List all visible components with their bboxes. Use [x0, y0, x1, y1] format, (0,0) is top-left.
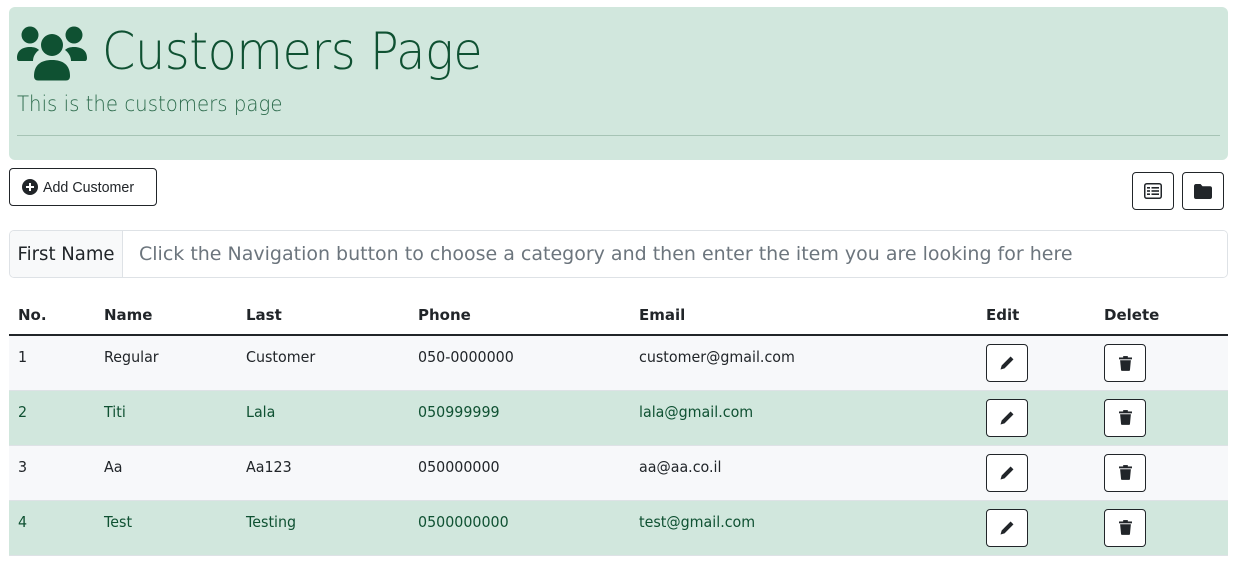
- page-subtitle: This is the customers page: [17, 92, 283, 116]
- cell-delete: [1095, 445, 1228, 501]
- cell-edit: [977, 335, 1095, 391]
- table-row: 3 Aa Aa123 050000000 aa@aa.co.il: [9, 445, 1228, 501]
- list-view-button[interactable]: [1132, 172, 1174, 210]
- cell-delete: [1095, 335, 1228, 391]
- delete-button[interactable]: [1104, 344, 1146, 382]
- cell-name: Test: [95, 500, 237, 556]
- folder-icon: [1194, 183, 1212, 199]
- table-row: 4 Test Testing 0500000000 test@gmail.com: [9, 500, 1228, 556]
- delete-button[interactable]: [1104, 453, 1146, 492]
- delete-button[interactable]: [1104, 508, 1146, 547]
- trash-icon: [1118, 465, 1132, 480]
- cell-delete: [1095, 390, 1228, 446]
- cell-no: 2: [9, 390, 95, 446]
- pencil-icon: [1000, 521, 1014, 534]
- pencil-icon: [1000, 356, 1014, 370]
- table-header-row: No. Name Last Phone Email Edit Delete: [9, 296, 1228, 336]
- cell-no: 3: [9, 445, 95, 501]
- page-title: Customers Page: [102, 22, 483, 82]
- cell-email: customer@gmail.com: [630, 335, 977, 391]
- cell-no: 4: [9, 500, 95, 556]
- delete-button[interactable]: [1104, 398, 1146, 437]
- cell-email: lala@gmail.com: [630, 390, 977, 446]
- col-last: Last: [237, 296, 409, 336]
- edit-button[interactable]: [986, 344, 1028, 382]
- add-customer-button[interactable]: Add Customer: [9, 168, 157, 206]
- cell-delete: [1095, 500, 1228, 556]
- trash-icon: [1118, 355, 1132, 371]
- table-row: 1 Regular Customer 050-0000000 customer@…: [9, 335, 1228, 391]
- cell-name: Aa: [95, 445, 237, 501]
- cell-phone: 050999999: [409, 390, 630, 446]
- search-category-text: First Name: [17, 243, 115, 265]
- col-phone: Phone: [409, 296, 630, 336]
- col-no: No.: [9, 296, 95, 336]
- customers-table: No. Name Last Phone Email Edit Delete 1 …: [9, 296, 1228, 556]
- col-edit: Edit: [977, 296, 1095, 336]
- cell-phone: 050000000: [409, 445, 630, 501]
- pencil-icon: [1000, 411, 1014, 424]
- cell-edit: [977, 445, 1095, 501]
- cell-last: Customer: [237, 335, 409, 391]
- trash-icon: [1118, 520, 1132, 535]
- cell-phone: 0500000000: [409, 500, 630, 556]
- title-row: Customers Page: [17, 21, 515, 83]
- cell-no: 1: [9, 335, 95, 391]
- search-category-label[interactable]: First Name: [10, 231, 123, 277]
- col-email: Email: [630, 296, 977, 336]
- cell-last: Lala: [237, 390, 409, 446]
- cell-email: test@gmail.com: [630, 500, 977, 556]
- cell-name: Titi: [95, 390, 237, 446]
- cell-email: aa@aa.co.il: [630, 445, 977, 501]
- cell-last: Testing: [237, 500, 409, 556]
- search-input[interactable]: [123, 231, 1227, 277]
- trash-icon: [1118, 410, 1132, 425]
- add-customer-label: Add Customer: [43, 178, 135, 196]
- folder-button[interactable]: [1182, 172, 1224, 210]
- cell-edit: [977, 390, 1095, 446]
- cell-edit: [977, 500, 1095, 556]
- users-icon: [17, 26, 87, 81]
- col-delete: Delete: [1095, 296, 1228, 336]
- divider: [17, 135, 1220, 136]
- edit-button[interactable]: [986, 453, 1028, 492]
- list-view-icon: [1144, 183, 1162, 199]
- edit-button[interactable]: [986, 508, 1028, 547]
- col-name: Name: [95, 296, 237, 336]
- plus-circle-icon: [22, 179, 38, 195]
- page-header: Customers Page This is the customers pag…: [9, 7, 1228, 160]
- cell-last: Aa123: [237, 445, 409, 501]
- search-bar: First Name: [9, 230, 1228, 278]
- pencil-icon: [1000, 466, 1014, 479]
- cell-phone: 050-0000000: [409, 335, 630, 391]
- cell-name: Regular: [95, 335, 237, 391]
- table-row: 2 Titi Lala 050999999 lala@gmail.com: [9, 390, 1228, 446]
- edit-button[interactable]: [986, 398, 1028, 437]
